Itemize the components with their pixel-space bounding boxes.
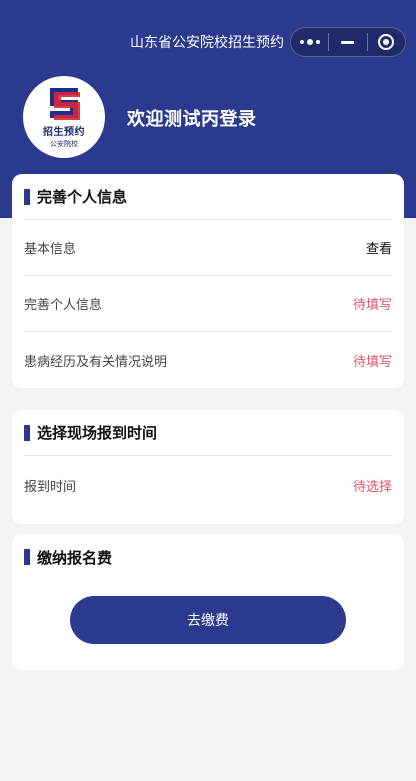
row-label: 患病经历及有关情况说明 xyxy=(24,354,168,370)
logo-subtext: 公安院校 xyxy=(50,140,78,148)
target-close-icon xyxy=(378,34,395,50)
card-title: 选择现场报到时间 xyxy=(37,424,158,442)
logo-text: 招生预约 xyxy=(43,127,85,138)
personal-info-card: 完善个人信息 基本信息 查看 完善个人信息 待填写 患病经历及有关情况说明 待填… xyxy=(12,174,404,388)
section-bar-icon xyxy=(24,424,30,441)
more-button[interactable] xyxy=(291,28,328,56)
row-label: 完善个人信息 xyxy=(24,298,103,313)
pending-status[interactable]: 待填写 xyxy=(353,351,392,370)
report-time-card: 选择现场报到时间 报到时间 待选择 xyxy=(12,410,404,524)
pay-fee-button[interactable]: 去缴费 xyxy=(70,596,346,644)
welcome-text: 欢迎测试丙登录 xyxy=(127,109,257,130)
card-header: 完善个人信息 xyxy=(24,174,392,220)
card-title: 完善个人信息 xyxy=(37,188,128,206)
fee-card: 缴纳报名费 去缴费 xyxy=(12,534,404,670)
row-label: 报到时间 xyxy=(24,479,77,495)
row-complete-info[interactable]: 完善个人信息 待填写 xyxy=(24,276,392,332)
minus-icon xyxy=(341,40,355,44)
row-basic-info[interactable]: 基本信息 查看 xyxy=(24,220,392,276)
pending-status[interactable]: 待选择 xyxy=(353,476,392,495)
mini-program-capsule xyxy=(290,27,406,57)
card-header: 缴纳报名费 xyxy=(24,534,392,580)
row-medical-history[interactable]: 患病经历及有关情况说明 待填写 xyxy=(24,332,392,388)
logo: 招生预约 公安院校 xyxy=(23,76,105,158)
logo-s-icon xyxy=(50,88,80,120)
pending-status[interactable]: 待填写 xyxy=(353,294,392,313)
card-title: 缴纳报名费 xyxy=(37,548,113,567)
section-bar-icon xyxy=(24,549,30,565)
row-report-time[interactable]: 报到时间 待选择 xyxy=(24,456,392,514)
card-header: 选择现场报到时间 xyxy=(24,410,392,456)
nav-title: 山东省公安院校招生预约 xyxy=(130,35,284,51)
close-button[interactable] xyxy=(368,28,405,56)
view-link[interactable]: 查看 xyxy=(366,238,392,257)
row-label: 基本信息 xyxy=(24,242,77,257)
section-bar-icon xyxy=(24,188,30,205)
minimize-button[interactable] xyxy=(329,28,366,56)
more-dots-icon xyxy=(299,39,320,45)
